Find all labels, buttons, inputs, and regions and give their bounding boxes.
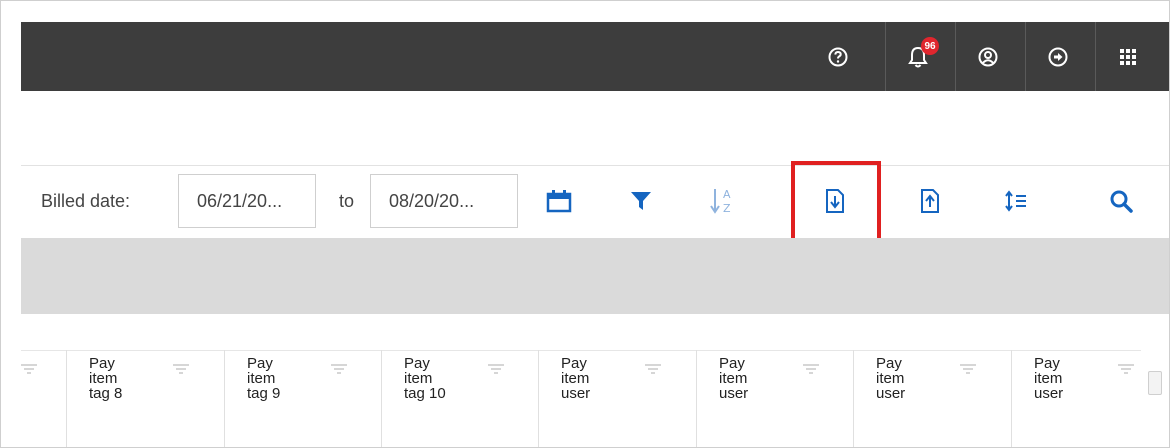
import-icon xyxy=(921,189,939,213)
help-circle-icon xyxy=(828,47,848,66)
billed-date-to-input[interactable]: 08/20/20... xyxy=(370,174,518,228)
column-filter-icon[interactable] xyxy=(645,364,661,374)
table-column-header[interactable]: Pay item user xyxy=(1011,350,1142,447)
table-column-header[interactable]: Pay item user xyxy=(696,350,854,447)
column-filter-icon[interactable] xyxy=(803,364,819,374)
billed-date-label: Billed date: xyxy=(41,191,131,211)
column-header-label: Pay item user xyxy=(719,355,749,402)
import-button[interactable] xyxy=(908,179,952,223)
table-column-header[interactable]: Pay item user xyxy=(853,350,1012,447)
column-header-label: Pay item tag 10 xyxy=(404,355,446,402)
grid-apps-icon xyxy=(1120,48,1136,65)
table-column-header[interactable]: Pay item user xyxy=(538,350,697,447)
notifications-button[interactable]: 96 xyxy=(893,22,943,91)
sort-az-icon: A Z xyxy=(710,188,731,215)
search-button[interactable] xyxy=(1099,179,1143,223)
toolbar-divider xyxy=(21,165,1169,166)
user-circle-icon xyxy=(978,47,998,66)
table-column-header[interactable]: Pay item tag 10 xyxy=(381,350,539,447)
table-column-header[interactable] xyxy=(21,350,66,447)
filter-icon xyxy=(631,192,651,210)
logout-icon xyxy=(1048,47,1068,66)
column-filter-icon[interactable] xyxy=(960,364,976,374)
topbar-divider xyxy=(1095,22,1096,91)
export-button-highlight xyxy=(791,161,881,242)
topbar-divider xyxy=(1025,22,1026,91)
topbar-divider xyxy=(955,22,956,91)
top-navigation-bar: 96 xyxy=(21,22,1169,91)
logout-button[interactable] xyxy=(1033,22,1083,91)
calendar-button[interactable] xyxy=(537,179,581,223)
calendar-icon xyxy=(546,190,572,213)
row-density-icon xyxy=(1005,190,1026,212)
table-column-header[interactable]: Pay item tag 8 xyxy=(66,350,225,447)
sort-button[interactable]: A Z xyxy=(700,179,744,223)
notification-count-badge: 96 xyxy=(921,37,939,55)
user-profile-button[interactable] xyxy=(963,22,1013,91)
column-header-label: Pay item user xyxy=(561,355,591,402)
table-header-row: Pay item tag 8 Pay item tag 9 Pay item t… xyxy=(21,350,1142,447)
column-filter-icon[interactable] xyxy=(21,364,37,374)
column-resize-handle[interactable] xyxy=(1148,371,1162,395)
group-by-area xyxy=(21,238,1169,314)
table-column-header[interactable]: Pay item tag 9 xyxy=(224,350,382,447)
filter-button[interactable] xyxy=(619,179,663,223)
app-frame: 96 Billed date: 06/21/20... to 08/20/20.… xyxy=(0,0,1170,448)
topbar-divider xyxy=(885,22,886,91)
row-density-button[interactable] xyxy=(994,179,1038,223)
column-filter-icon[interactable] xyxy=(488,364,504,374)
column-header-label: Pay item tag 8 xyxy=(89,355,123,402)
column-filter-icon[interactable] xyxy=(173,364,189,374)
column-header-label: Pay item tag 9 xyxy=(247,355,281,402)
column-header-label: Pay item user xyxy=(876,355,906,402)
svg-text:A: A xyxy=(723,188,731,201)
svg-text:Z: Z xyxy=(723,202,731,215)
search-icon xyxy=(1110,190,1133,213)
date-range-to-label: to xyxy=(339,191,355,211)
column-header-label: Pay item user xyxy=(1034,355,1064,402)
help-button[interactable] xyxy=(813,22,863,91)
column-filter-icon[interactable] xyxy=(331,364,347,374)
apps-menu-button[interactable] xyxy=(1103,22,1153,91)
billed-date-from-input[interactable]: 06/21/20... xyxy=(178,174,316,228)
column-filter-icon[interactable] xyxy=(1118,364,1134,374)
